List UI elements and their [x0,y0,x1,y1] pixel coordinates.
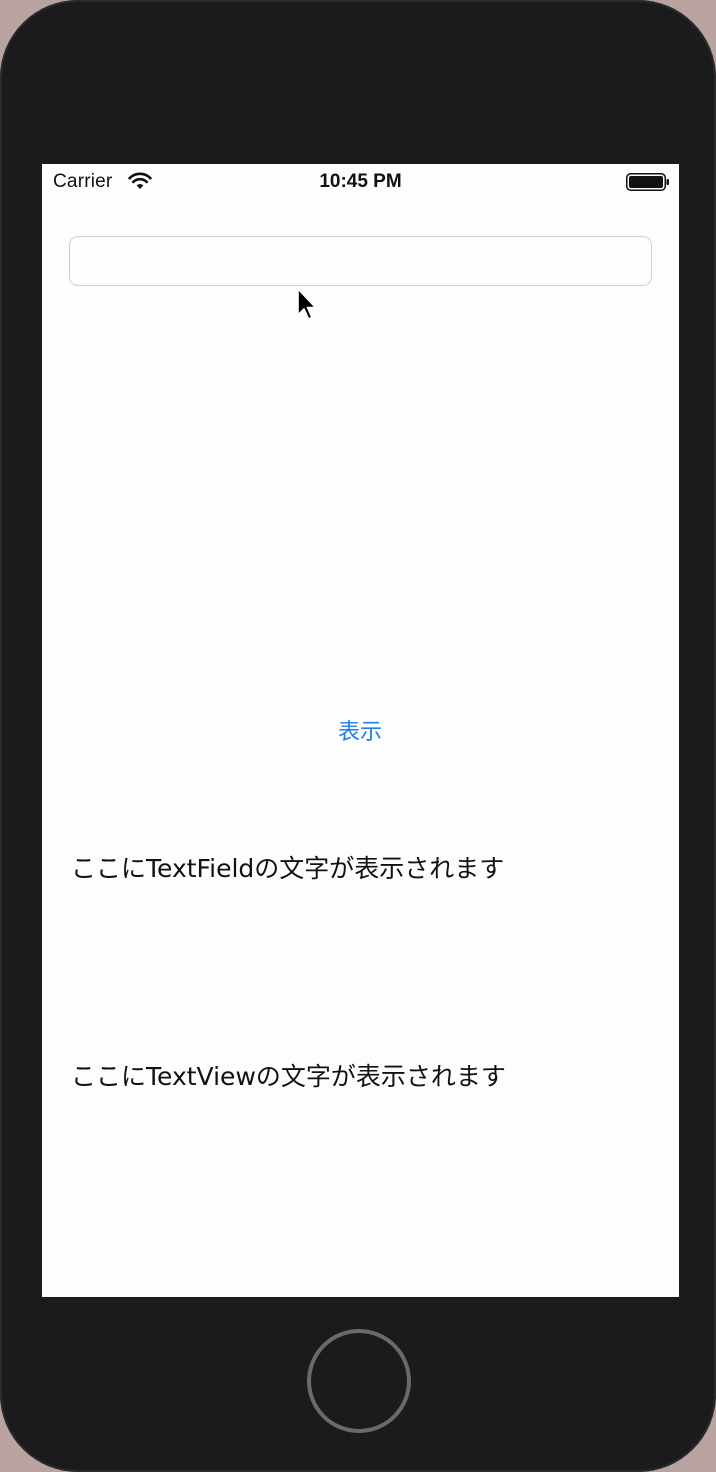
app-screen: Carrier 10:45 PM 表示 ここにTextFieldの文字が表示され… [42,164,679,1297]
phone-frame: Carrier 10:45 PM 表示 ここにTextFieldの文字が表示され… [0,0,716,1472]
battery-icon [626,173,669,191]
home-button[interactable] [307,1329,411,1433]
status-bar: Carrier 10:45 PM [42,164,679,200]
textfield-output-label: ここにTextFieldの文字が表示されます [71,854,505,883]
mouse-pointer-icon [297,288,317,320]
text-field[interactable] [69,236,652,286]
textview-output-label: ここにTextViewの文字が表示されます [71,1062,506,1091]
show-button[interactable]: 表示 [310,710,410,750]
status-time: 10:45 PM [319,171,402,192]
